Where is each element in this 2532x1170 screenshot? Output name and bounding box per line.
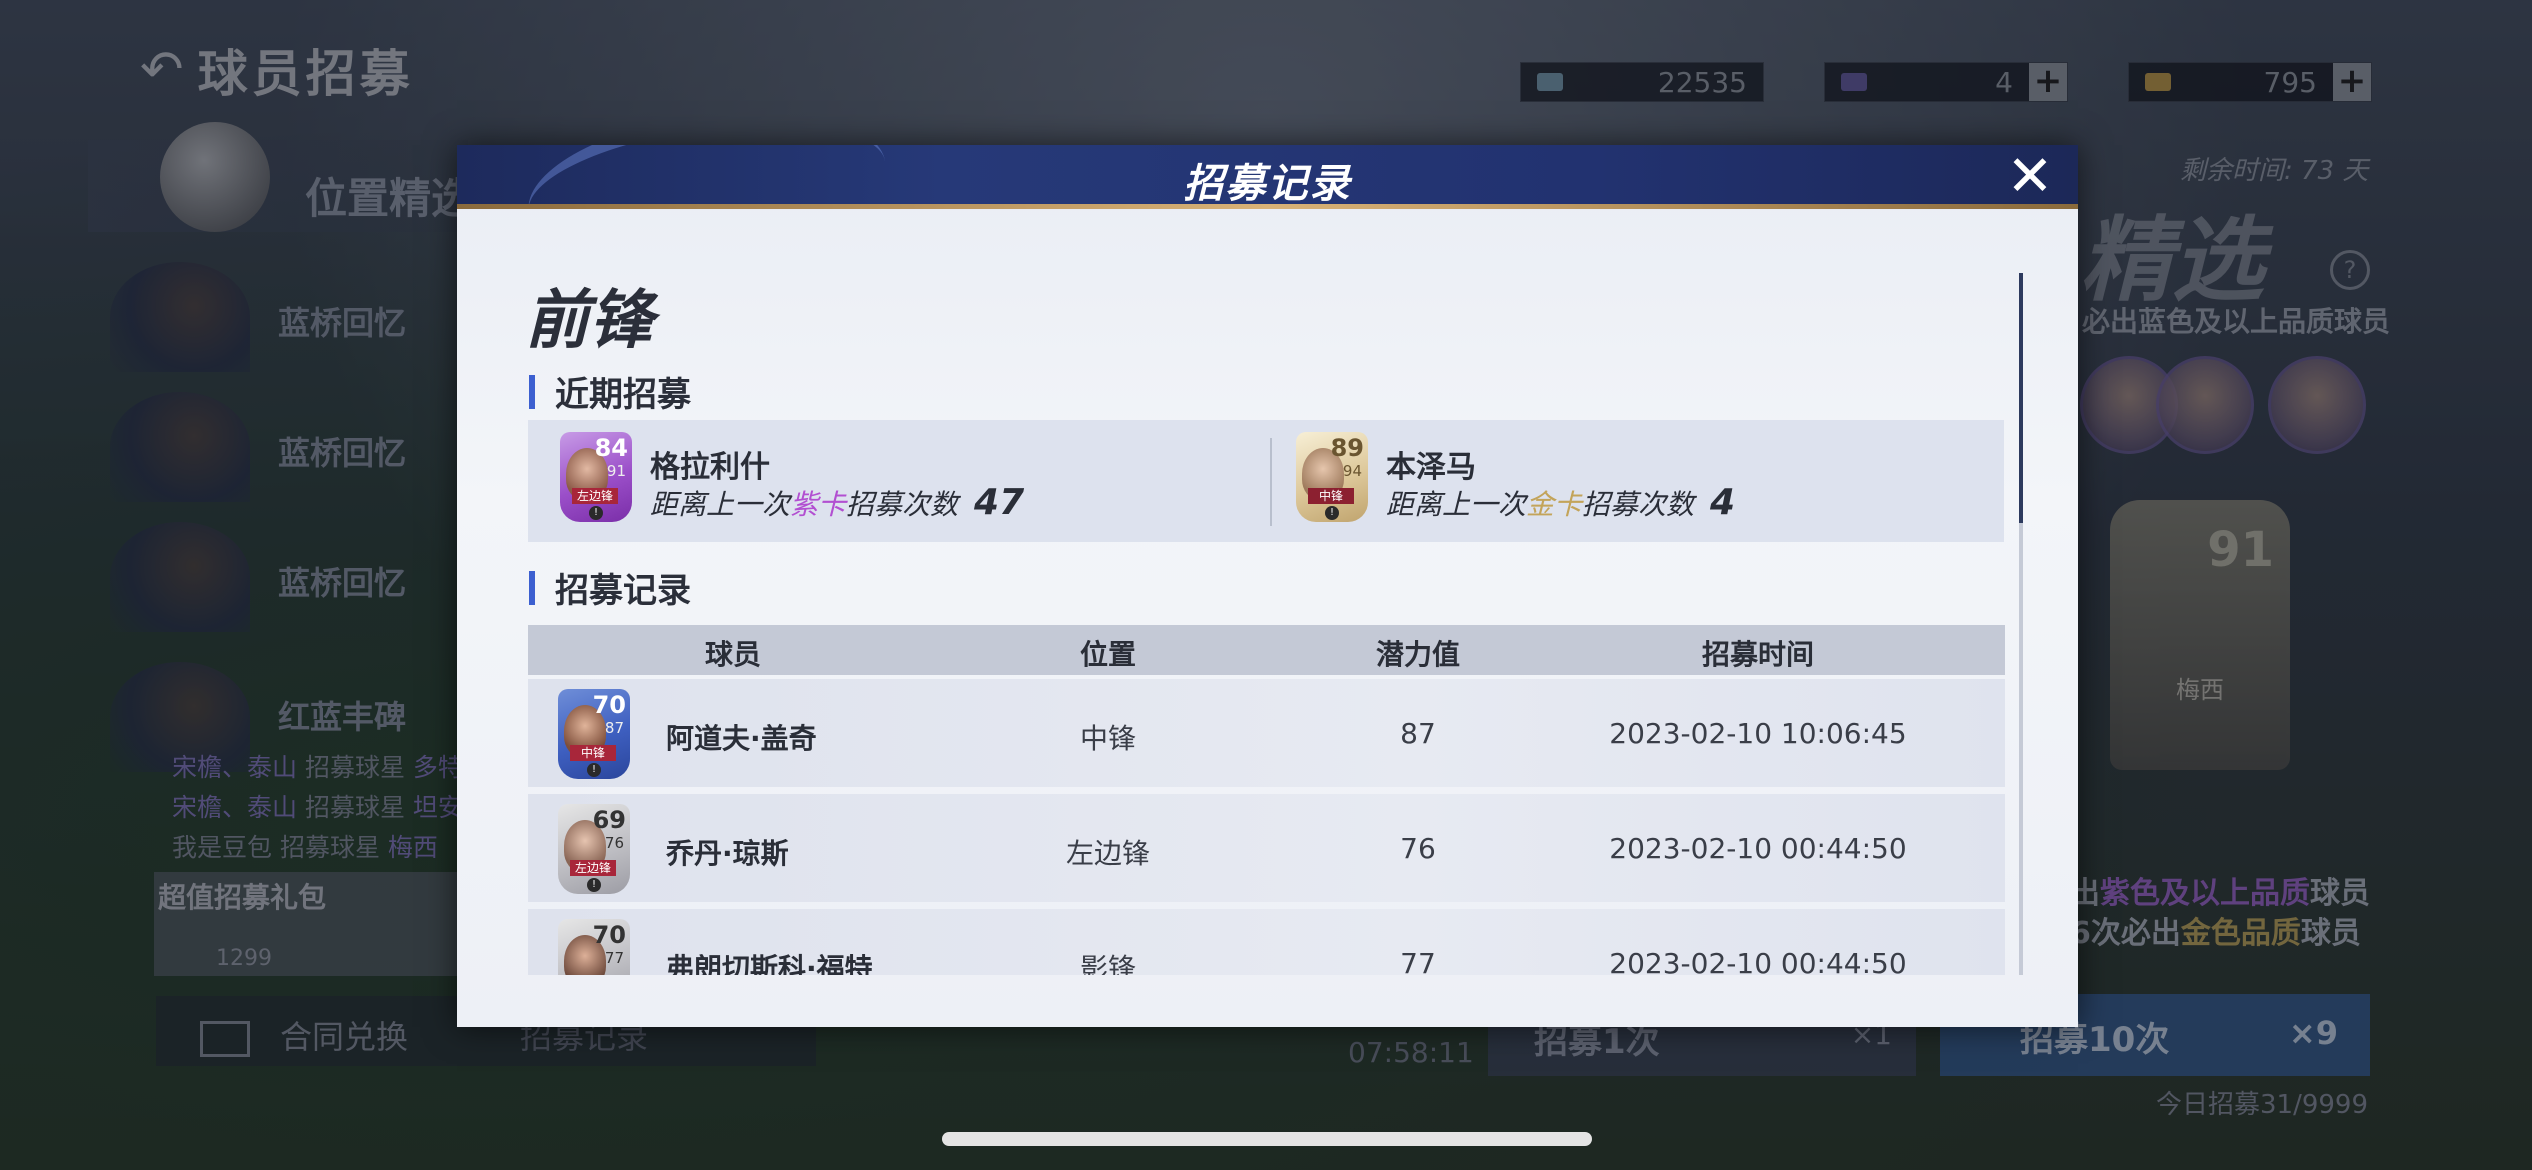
column-header: 位置 (1079, 638, 1136, 671)
player-card: 70 77 影锋 ! (558, 919, 630, 975)
column-header: 球员 (704, 638, 761, 671)
position-cell: 中锋 (1079, 722, 1136, 755)
since-last-text: 距离上一次紫卡招募次数 47 (650, 482, 1025, 523)
player-name: 阿道夫·盖奇 (666, 722, 817, 755)
scrollbar-thumb[interactable] (2019, 273, 2023, 523)
time-cell: 2023-02-10 10:06:45 (1609, 717, 1907, 750)
table-row[interactable]: 70 77 影锋 ! 弗朗切斯科·福特 影锋 77 2023-02-10 00:… (528, 909, 2005, 975)
potential-cell: 76 (1400, 832, 1436, 865)
recent-heading: 近期招募 (529, 367, 691, 416)
time-cell: 2023-02-10 00:44:50 (1609, 832, 1907, 865)
column-header: 潜力值 (1375, 638, 1460, 671)
player-name: 弗朗切斯科·福特 (666, 952, 873, 975)
modal-header: 招募记录 ✕ (457, 145, 2078, 209)
divider (1270, 438, 1272, 526)
player-card: 70 87 中锋 ! (558, 689, 630, 779)
heading-bar (529, 570, 535, 605)
player-name: 格拉利什 (650, 450, 770, 485)
table-row[interactable]: 69 76 左边锋 ! 乔丹·琼斯 左边锋 76 2023-02-10 00:4… (528, 794, 2005, 902)
player-card: 84 91 左边锋 ! (560, 432, 632, 522)
close-icon[interactable]: ✕ (2004, 149, 2056, 205)
column-header: 招募时间 (1701, 638, 1814, 671)
since-count: 4 (1710, 482, 1736, 523)
potential-cell: 87 (1400, 717, 1436, 750)
section-title: 前锋 (525, 284, 653, 358)
position-cell: 影锋 (1079, 952, 1136, 975)
player-name: 本泽马 (1386, 450, 1476, 485)
time-cell: 2023-02-10 00:44:50 (1609, 947, 1907, 975)
table-header: 球员 位置 潜力值 招募时间 (528, 625, 2005, 675)
scrollbar[interactable] (2019, 273, 2023, 975)
recruit-record-modal: 招募记录 ✕ 前锋 近期招募 84 91 左边锋 ! 格拉利什 距离上一次紫卡招… (457, 145, 2078, 1027)
records-table[interactable]: 球员 位置 潜力值 招募时间 70 87 中锋 ! 阿道夫·盖奇 中锋 87 2… (528, 625, 2005, 975)
recent-recruits: 84 91 左边锋 ! 格拉利什 距离上一次紫卡招募次数 47 89 94 中锋 … (528, 420, 2004, 542)
player-name: 乔丹·琼斯 (666, 837, 789, 870)
since-last-text: 距离上一次金卡招募次数 4 (1386, 482, 1736, 523)
modal-title: 招募记录 (1183, 161, 1352, 207)
table-row[interactable]: 70 87 中锋 ! 阿道夫·盖奇 中锋 87 2023-02-10 10:06… (528, 679, 2005, 787)
heading-bar (529, 374, 535, 409)
potential-cell: 77 (1400, 947, 1436, 975)
home-indicator[interactable] (942, 1132, 1592, 1146)
player-card: 89 94 中锋 ! (1296, 432, 1368, 522)
since-count: 47 (974, 482, 1025, 523)
player-card: 69 76 左边锋 ! (558, 804, 630, 894)
records-heading: 招募记录 (529, 563, 691, 612)
position-cell: 左边锋 (1065, 837, 1150, 870)
